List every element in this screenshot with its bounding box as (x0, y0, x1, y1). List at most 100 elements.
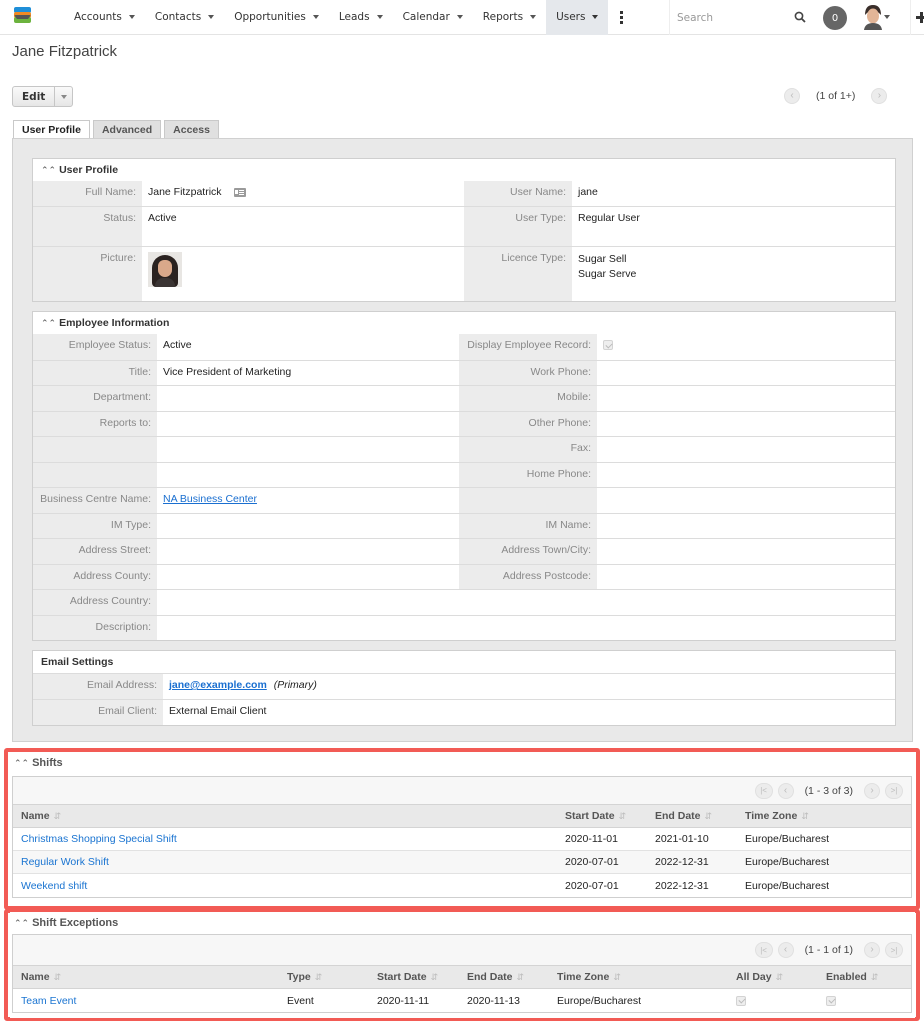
nav-item-leads[interactable]: Leads (329, 0, 393, 35)
field-value (157, 463, 459, 488)
column-header-start-date[interactable]: Start Date ⇵ (369, 971, 459, 983)
nav-label: Accounts (74, 11, 122, 23)
collapse-chevron-icon: ⌃⌃ (41, 317, 57, 328)
section-title: User Profile (59, 164, 119, 176)
shift-exceptions-list: |< ‹ (1 - 1 of 1) › >| Name ⇵ Type ⇵ Start… (12, 934, 912, 1013)
column-header-time-zone[interactable]: Time Zone ⇵ (549, 971, 728, 983)
notifications-badge[interactable]: 0 (823, 6, 847, 30)
primary-tag: (Primary) (273, 679, 317, 691)
field-label: Department: (33, 386, 157, 411)
more-menu-button[interactable] (608, 0, 635, 35)
vcard-icon[interactable] (233, 187, 246, 197)
column-header-end-date[interactable]: End Date ⇵ (647, 810, 737, 822)
chevron-left-icon: ‹ (790, 90, 794, 101)
subpanel-header[interactable]: ⌃⌃ Shift Exceptions (10, 912, 915, 934)
list-pager: |< ‹ (1 - 1 of 1) › >| (13, 935, 911, 966)
last-page-button[interactable]: >| (885, 942, 903, 958)
nav-item-calendar[interactable]: Calendar (393, 0, 473, 35)
picture-label: Picture: (33, 247, 142, 301)
field-value (597, 412, 895, 437)
nav-item-reports[interactable]: Reports (473, 0, 546, 35)
detail-tabs: User Profile Advanced Access (13, 120, 219, 139)
end-date-cell: 2020-11-13 (467, 994, 520, 1007)
pager-text: (1 - 1 of 1) (804, 944, 853, 956)
start-date-cell: 2020-11-01 (565, 833, 618, 845)
column-header-end-date[interactable]: End Date ⇵ (459, 971, 549, 983)
nav-label: Reports (482, 11, 524, 23)
app-logo-menu[interactable] (14, 7, 44, 27)
field-row: Title: Vice President of Marketing Work Ph… (33, 359, 895, 386)
shift-name-link[interactable]: Weekend shift (13, 880, 557, 892)
previous-record-button[interactable]: ‹ (784, 88, 800, 104)
field-row: Full Name: Jane Fitzpatrick User Name: j… (33, 181, 895, 206)
email-client-value: External Email Client (169, 705, 267, 717)
sort-icon: ⇵ (53, 811, 62, 821)
field-label: Reports to: (33, 411, 157, 436)
time-zone-cell: Europe/Bucharest (745, 856, 830, 868)
business-centre-link[interactable]: NA Business Center (163, 493, 257, 505)
nav-item-accounts[interactable]: Accounts (64, 0, 145, 35)
field-row: Department: Mobile: (33, 385, 895, 411)
tab-user-profile[interactable]: User Profile (13, 120, 90, 139)
first-page-button[interactable]: |< (754, 942, 773, 958)
quick-create-plus-icon[interactable] (910, 0, 924, 35)
chevron-down-icon (14, 15, 31, 21)
field-label: Home Phone: (459, 462, 597, 487)
nav-item-contacts[interactable]: Contacts (145, 0, 224, 35)
user-profile-section: ⌃⌃ User Profile Full Name: Jane Fitzpatr… (32, 158, 896, 302)
field-label: Fax: (459, 437, 597, 462)
detail-panel: ⌃⌃ User Profile Full Name: Jane Fitzpatr… (12, 138, 913, 742)
column-header-all-day[interactable]: All Day ⇵ (728, 971, 818, 983)
subpanel-header[interactable]: ⌃⌃ Shifts (10, 752, 915, 774)
pager-text: (1 - 3 of 3) (804, 784, 853, 797)
column-header-name[interactable]: Name ⇵ (13, 810, 557, 822)
edit-button[interactable]: Edit (13, 87, 56, 106)
chevron-down-icon (128, 15, 135, 19)
column-header-name[interactable]: Name ⇵ (13, 971, 279, 983)
tab-access[interactable]: Access (164, 120, 219, 138)
field-row: Employee Status: Active Display Employee R… (33, 334, 895, 360)
section-header[interactable]: ⌃⌃ Employee Information (33, 312, 895, 334)
column-header-enabled[interactable]: Enabled ⇵ (818, 971, 911, 983)
first-page-button[interactable]: |< (754, 782, 773, 799)
field-value (597, 539, 895, 564)
edit-action-group: Edit (12, 86, 74, 107)
next-record-button[interactable]: › (871, 88, 888, 104)
vertical-dots-icon (620, 10, 624, 25)
tab-advanced[interactable]: Advanced (92, 120, 162, 138)
previous-page-button[interactable]: ‹ (777, 942, 794, 958)
last-page-button[interactable]: >| (885, 782, 903, 799)
field-row: Fax: (33, 436, 895, 462)
field-value (157, 565, 459, 590)
field-label: Address Postcode: (459, 564, 597, 589)
actions-dropdown-button[interactable] (55, 87, 72, 106)
field-value (597, 361, 895, 386)
previous-page-button[interactable]: ‹ (777, 782, 794, 799)
next-page-button[interactable]: › (864, 942, 880, 958)
top-navigation: Accounts Contacts Opportunities Leads Ca… (0, 0, 924, 35)
sort-icon: ⇵ (314, 972, 323, 982)
subpanel-title: Shifts (32, 757, 63, 769)
nav-item-opportunities[interactable]: Opportunities (224, 0, 329, 35)
shifts-subpanel: ⌃⌃ Shifts |< ‹ (1 - 3 of 3) › >| Name ⇵ S… (10, 752, 915, 906)
user-avatar-icon[interactable] (862, 4, 884, 30)
nav-item-users[interactable]: Users (546, 0, 609, 35)
shift-name-link[interactable]: Regular Work Shift (13, 856, 557, 868)
list-row: Regular Work Shift 2020-07-01 2022-12-31 Eu… (13, 851, 911, 874)
list-header: Name ⇵ Start Date ⇵ End Date ⇵ Time Zone ⇵ (13, 805, 911, 828)
profile-picture (148, 252, 182, 287)
first-page-icon: |< (760, 945, 767, 955)
next-page-button[interactable]: › (864, 782, 880, 799)
collapse-chevron-icon: ⌃⌃ (14, 757, 30, 768)
column-header-start-date[interactable]: Start Date ⇵ (557, 810, 647, 822)
exception-name-link[interactable]: Team Event (13, 995, 279, 1007)
field-value (597, 437, 895, 462)
search-icon[interactable] (794, 11, 806, 23)
section-header[interactable]: ⌃⌃ User Profile (33, 159, 895, 181)
sort-icon: ⇵ (618, 811, 627, 821)
column-header-type[interactable]: Type ⇵ (279, 971, 369, 983)
shift-name-link[interactable]: Christmas Shopping Special Shift (13, 833, 557, 845)
column-header-time-zone[interactable]: Time Zone ⇵ (737, 810, 911, 822)
email-address-link[interactable]: jane@example.com (169, 679, 267, 691)
chevron-down-icon (530, 15, 537, 19)
